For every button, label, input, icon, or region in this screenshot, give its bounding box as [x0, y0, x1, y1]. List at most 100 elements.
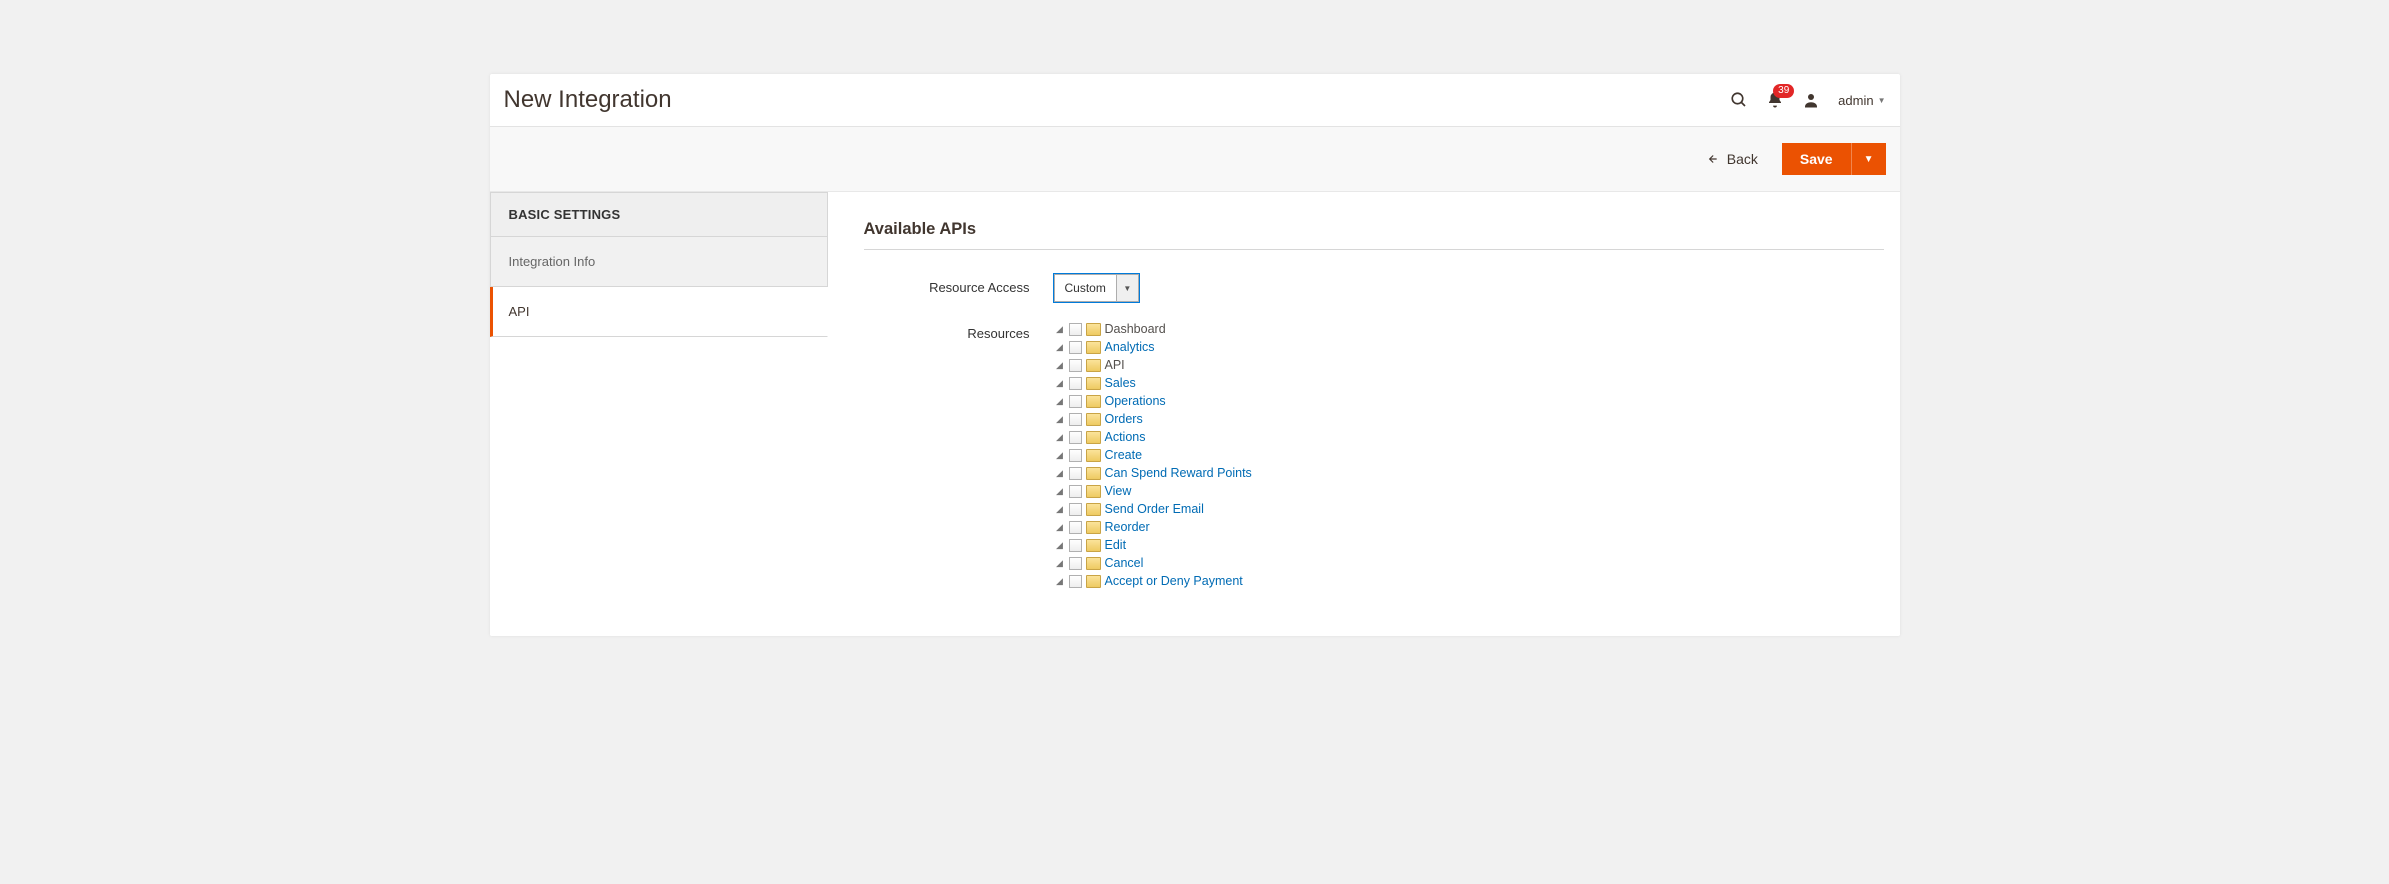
chevron-down-icon: ▼ [1123, 284, 1131, 293]
tree-node-edit[interactable]: ◢ Edit [1054, 536, 1884, 554]
resource-access-control: Custom ▼ [1054, 274, 1884, 302]
tree-node-orders[interactable]: ◢ Orders [1054, 410, 1884, 428]
tree-collapse-icon[interactable]: ◢ [1054, 540, 1066, 551]
tree-node-actions[interactable]: ◢ Actions [1054, 428, 1884, 446]
tree-checkbox[interactable] [1069, 467, 1082, 480]
tree-node-sales[interactable]: ◢ Sales [1054, 374, 1884, 392]
admin-menu[interactable]: admin ▼ [1838, 93, 1885, 108]
resources-label: Resources [864, 320, 1054, 341]
fieldset-heading: Available APIs [864, 220, 1884, 250]
resource-access-select[interactable]: Custom ▼ [1054, 274, 1139, 302]
tree-checkbox[interactable] [1069, 503, 1082, 516]
folder-icon [1086, 359, 1101, 372]
tree-label: Cancel [1105, 556, 1144, 570]
tree-node-analytics[interactable]: ◢ Analytics [1054, 338, 1884, 356]
folder-icon [1086, 395, 1101, 408]
tree-collapse-icon[interactable]: ◢ [1054, 396, 1066, 407]
tree-node-dashboard[interactable]: ◢ Dashboard [1054, 320, 1884, 338]
tab-api[interactable]: API [490, 287, 828, 337]
folder-icon [1086, 575, 1101, 588]
resource-access-row: Resource Access Custom ▼ [864, 274, 1884, 302]
tree-collapse-icon[interactable]: ◢ [1054, 360, 1066, 371]
tree-label: API [1105, 358, 1125, 372]
tree-collapse-icon[interactable]: ◢ [1054, 432, 1066, 443]
resources-tree: ◢ Dashboard ◢ Analytics [1054, 320, 1884, 590]
tree-node-operations[interactable]: ◢ Operations [1054, 392, 1884, 410]
tree-checkbox[interactable] [1069, 323, 1082, 336]
tree-label: Actions [1105, 430, 1146, 444]
tree-checkbox[interactable] [1069, 377, 1082, 390]
tree-node-send-email[interactable]: ◢ Send Order Email [1054, 500, 1884, 518]
resource-access-label: Resource Access [864, 274, 1054, 295]
folder-icon [1086, 485, 1101, 498]
page-header: New Integration 39 admin ▼ [490, 74, 1900, 126]
tree-label: Reorder [1105, 520, 1150, 534]
search-icon[interactable] [1730, 91, 1748, 109]
select-toggle: ▼ [1116, 275, 1138, 301]
folder-icon [1086, 377, 1101, 390]
actions-bar: Back Save ▼ [490, 126, 1900, 191]
tree-checkbox[interactable] [1069, 359, 1082, 372]
tree-collapse-icon[interactable]: ◢ [1054, 450, 1066, 461]
tree-label: Operations [1105, 394, 1166, 408]
tree-node-cancel[interactable]: ◢ Cancel [1054, 554, 1884, 572]
main-content: BASIC SETTINGS Integration Info API Avai… [490, 191, 1900, 636]
tree-checkbox[interactable] [1069, 575, 1082, 588]
chevron-down-icon: ▼ [1864, 154, 1874, 165]
tree-collapse-icon[interactable]: ◢ [1054, 522, 1066, 533]
tree-collapse-icon[interactable]: ◢ [1054, 342, 1066, 353]
tree-node-api[interactable]: ◢ API [1054, 356, 1884, 374]
back-button[interactable]: Back [1705, 151, 1758, 167]
folder-icon [1086, 431, 1101, 444]
tree-node-accept-deny[interactable]: ◢ Accept or Deny Payment [1054, 572, 1884, 590]
tree-label: Create [1105, 448, 1143, 462]
tree-checkbox[interactable] [1069, 413, 1082, 426]
resource-access-value: Custom [1055, 281, 1116, 295]
tree-collapse-icon[interactable]: ◢ [1054, 504, 1066, 515]
tree-collapse-icon[interactable]: ◢ [1054, 414, 1066, 425]
folder-icon [1086, 557, 1101, 570]
tree-label: Dashboard [1105, 322, 1166, 336]
save-button-group: Save ▼ [1782, 143, 1886, 175]
side-tabs-group-header: BASIC SETTINGS [490, 192, 828, 237]
folder-icon [1086, 449, 1101, 462]
tree-checkbox[interactable] [1069, 485, 1082, 498]
tree-collapse-icon[interactable]: ◢ [1054, 378, 1066, 389]
content-area: Available APIs Resource Access Custom ▼ … [828, 192, 1900, 636]
chevron-down-icon: ▼ [1878, 96, 1886, 105]
tree-node-can-spend[interactable]: ◢ Can Spend Reward Points [1054, 464, 1884, 482]
side-tabs: BASIC SETTINGS Integration Info API [490, 192, 828, 636]
save-dropdown-toggle[interactable]: ▼ [1851, 143, 1886, 175]
notifications-icon[interactable]: 39 [1766, 91, 1784, 109]
tree-checkbox[interactable] [1069, 449, 1082, 462]
tree-checkbox[interactable] [1069, 395, 1082, 408]
tree-collapse-icon[interactable]: ◢ [1054, 558, 1066, 569]
tree-checkbox[interactable] [1069, 557, 1082, 570]
tree-label: Send Order Email [1105, 502, 1204, 516]
folder-icon [1086, 539, 1101, 552]
notifications-badge: 39 [1773, 84, 1794, 98]
tree-collapse-icon[interactable]: ◢ [1054, 324, 1066, 335]
tree-collapse-icon[interactable]: ◢ [1054, 468, 1066, 479]
folder-icon [1086, 323, 1101, 336]
tree-label: Sales [1105, 376, 1136, 390]
tree-checkbox[interactable] [1069, 521, 1082, 534]
tree-label: Can Spend Reward Points [1105, 466, 1252, 480]
save-button[interactable]: Save [1782, 143, 1851, 175]
tree-node-reorder[interactable]: ◢ Reorder [1054, 518, 1884, 536]
tree-checkbox[interactable] [1069, 341, 1082, 354]
tree-collapse-icon[interactable]: ◢ [1054, 576, 1066, 587]
back-button-label: Back [1727, 151, 1758, 167]
folder-icon [1086, 467, 1101, 480]
tree-label: Orders [1105, 412, 1143, 426]
tab-integration-info[interactable]: Integration Info [490, 237, 828, 287]
tree-checkbox[interactable] [1069, 431, 1082, 444]
admin-menu-label: admin [1838, 93, 1873, 108]
tree-checkbox[interactable] [1069, 539, 1082, 552]
tree-label: Analytics [1105, 340, 1155, 354]
user-icon[interactable] [1802, 91, 1820, 109]
page-title: New Integration [504, 86, 672, 114]
tree-node-create[interactable]: ◢ Create [1054, 446, 1884, 464]
tree-collapse-icon[interactable]: ◢ [1054, 486, 1066, 497]
tree-node-view[interactable]: ◢ View [1054, 482, 1884, 500]
